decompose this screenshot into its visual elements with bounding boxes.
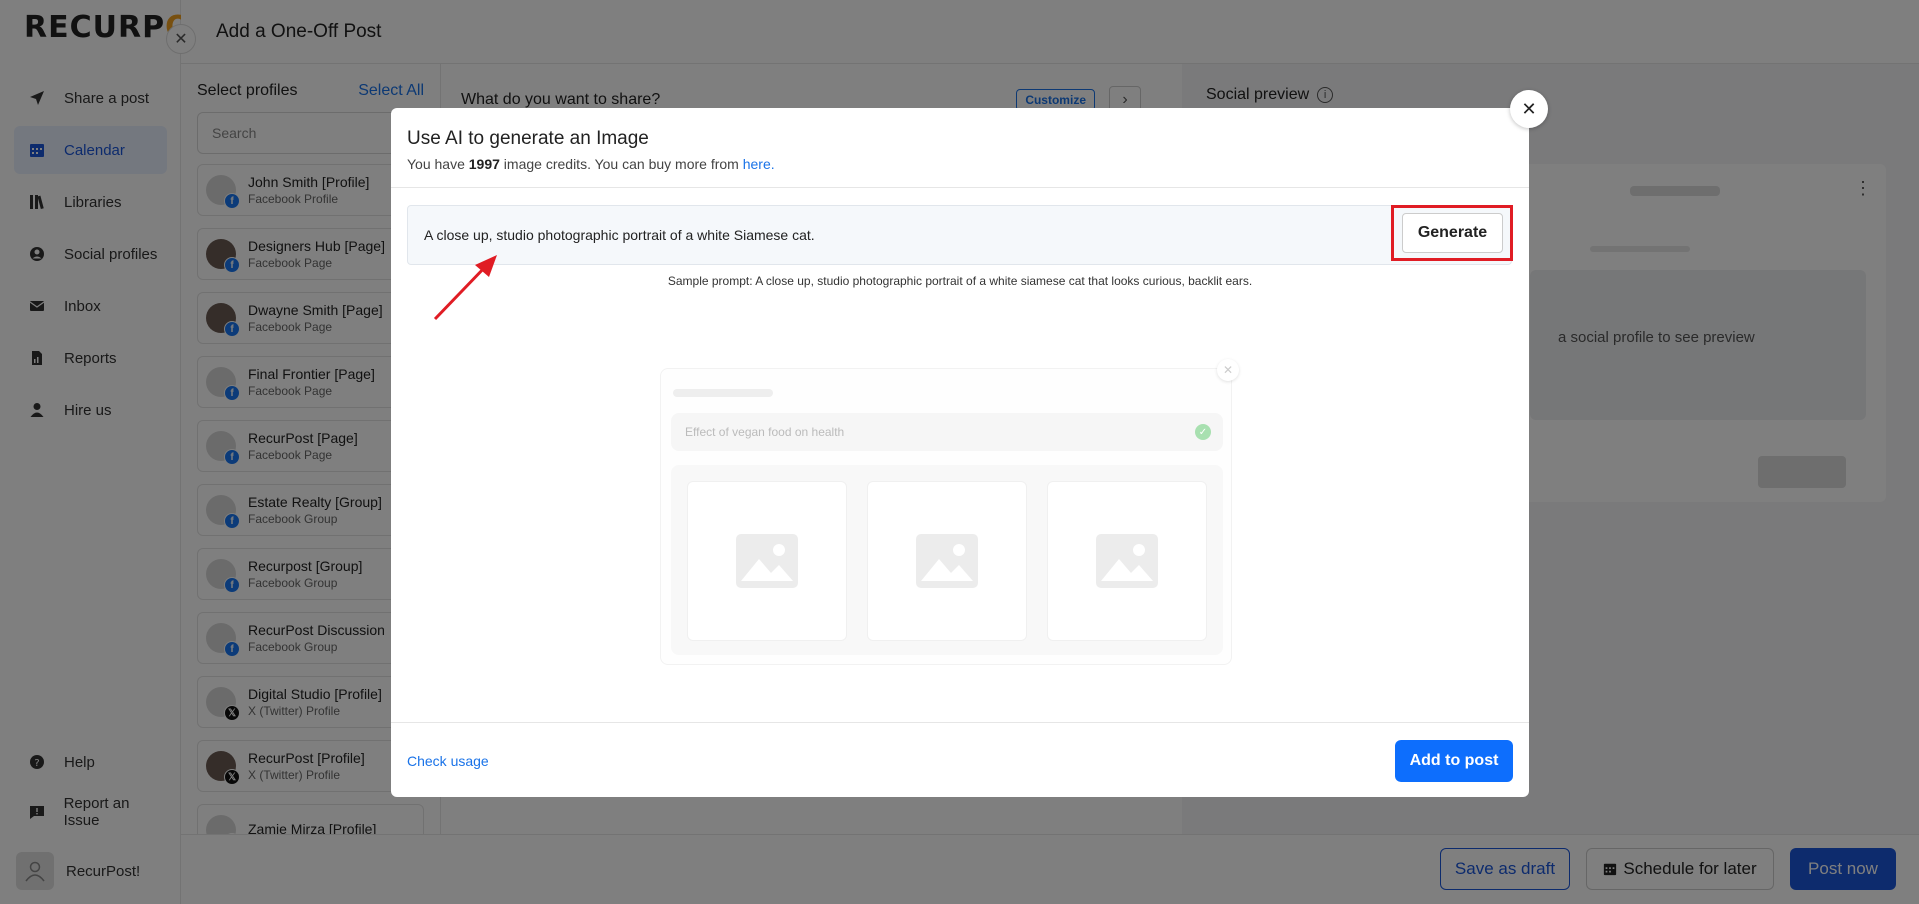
buy-credits-link[interactable]: here.: [743, 156, 775, 172]
prompt-input[interactable]: A close up, studio photographic portrait…: [407, 205, 1512, 265]
sample-prompt: Sample prompt: A close up, studio photog…: [667, 274, 1253, 288]
add-to-post-button[interactable]: Add to post: [1395, 740, 1513, 782]
illustration-input: Effect of vegan food on health ✓: [671, 413, 1223, 451]
ai-image-modal: ✕ Use AI to generate an Image You have 1…: [391, 90, 1548, 797]
image-placeholder-icon: [867, 481, 1027, 641]
empty-state-illustration: ✕ Effect of vegan food on health ✓: [660, 359, 1239, 665]
credits-info: You have 1997 image credits. You can buy…: [407, 156, 775, 172]
close-modal-button[interactable]: ✕: [1510, 90, 1548, 128]
annotation-arrow-icon: [433, 255, 497, 321]
generate-button[interactable]: Generate: [1402, 213, 1503, 253]
close-icon: ✕: [1217, 359, 1239, 381]
credits-count: 1997: [468, 156, 500, 172]
check-icon: ✓: [1195, 424, 1211, 440]
modal-title: Use AI to generate an Image: [407, 128, 649, 149]
check-usage-link[interactable]: Check usage: [407, 753, 489, 769]
image-placeholder-icon: [1047, 481, 1207, 641]
modal-footer: Check usage Add to post: [391, 722, 1529, 797]
image-placeholder-icon: [687, 481, 847, 641]
close-icon: ✕: [1521, 98, 1537, 119]
